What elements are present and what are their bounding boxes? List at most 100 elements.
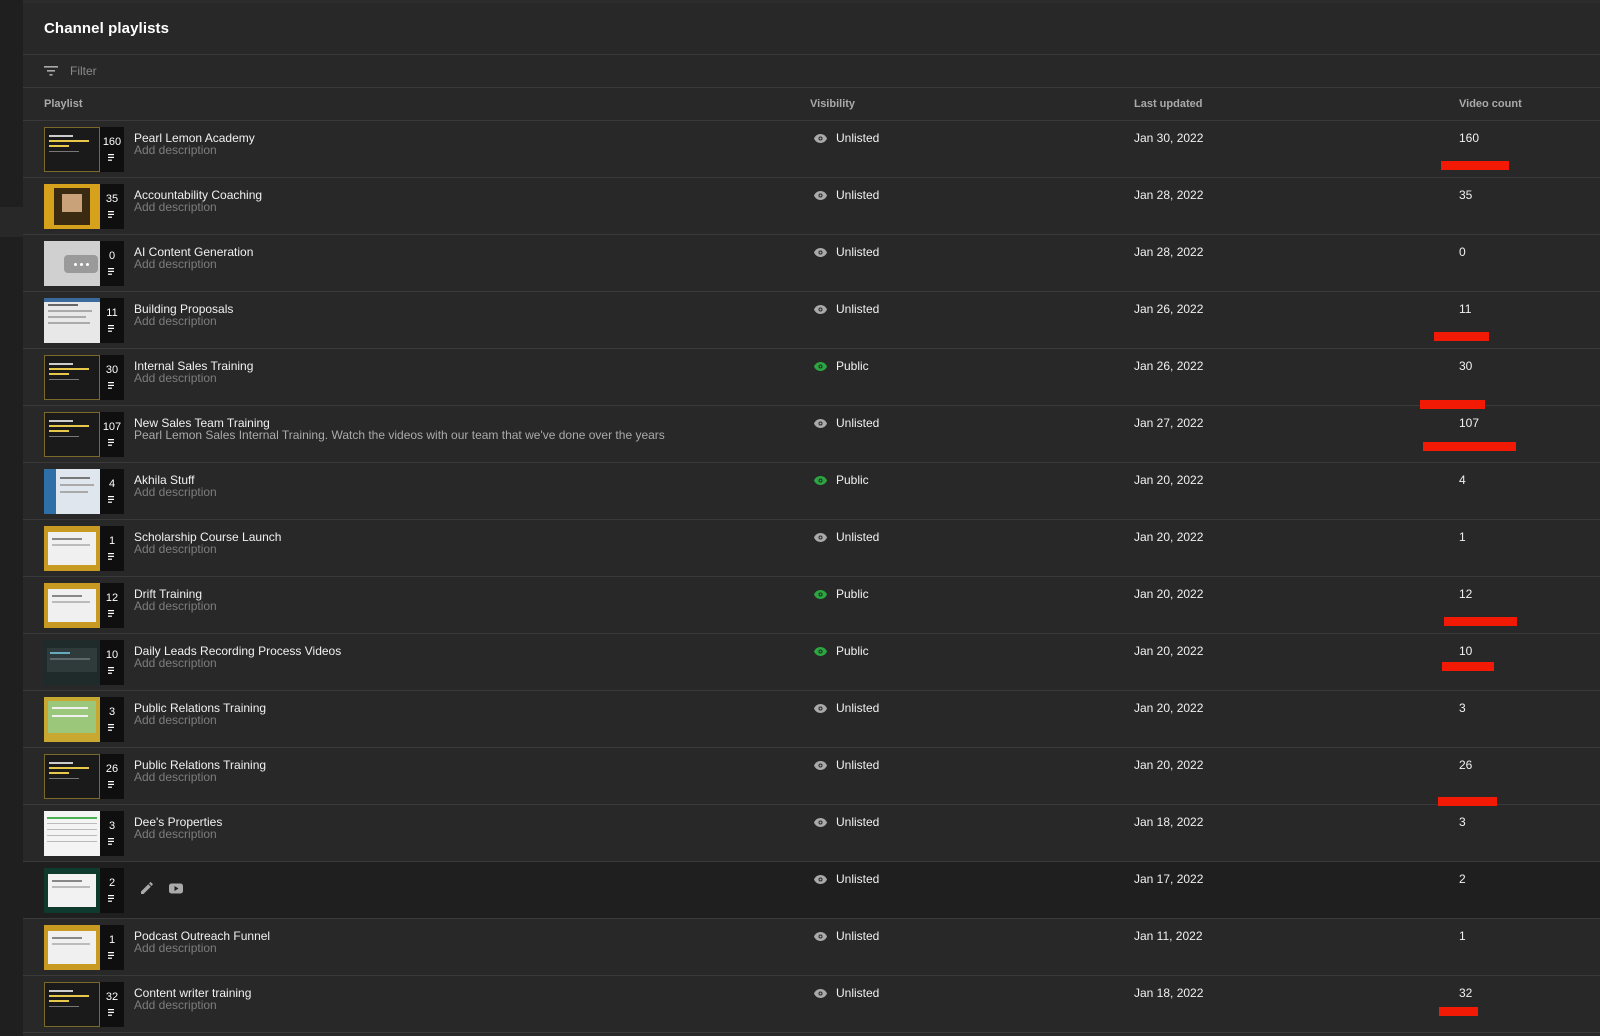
eye-icon: [814, 190, 827, 200]
thumbnail-count-overlay: 35: [100, 184, 124, 229]
visibility-label: Unlisted: [836, 416, 880, 430]
visibility-cell[interactable]: Unlisted: [814, 302, 879, 316]
playlist-row[interactable]: 12 Drift Training Add description Public Jan…: [23, 577, 1600, 634]
playlist-description[interactable]: Add description: [134, 599, 217, 613]
visibility-cell[interactable]: Public: [814, 644, 869, 658]
playlist-description[interactable]: Add description: [134, 998, 217, 1012]
playlist-thumbnail[interactable]: 107: [44, 412, 124, 457]
visibility-label: Public: [836, 587, 869, 601]
playlist-thumbnail[interactable]: 160: [44, 127, 124, 172]
thumbnail-video-count: 32: [105, 990, 119, 1003]
thumbnail-count-overlay: 3: [100, 811, 124, 856]
playlist-icon: [108, 777, 116, 791]
thumbnail-video-count: 4: [108, 477, 116, 490]
pencil-icon[interactable]: [140, 882, 153, 895]
visibility-cell[interactable]: Unlisted: [814, 530, 879, 544]
thumbnail-image: [44, 241, 100, 286]
video-count: 12: [1459, 587, 1473, 601]
visibility-cell[interactable]: Unlisted: [814, 245, 879, 259]
column-header-visibility[interactable]: Visibility: [810, 98, 855, 110]
visibility-cell[interactable]: Public: [814, 587, 869, 601]
playlist-description[interactable]: Add description: [134, 713, 217, 727]
filter-icon[interactable]: [44, 64, 58, 78]
playlist-icon: [108, 378, 116, 392]
visibility-cell[interactable]: Unlisted: [814, 701, 879, 715]
playlist-thumbnail[interactable]: 32: [44, 982, 124, 1027]
page-title: Channel playlists: [23, 3, 1600, 55]
playlist-thumbnail[interactable]: 35: [44, 184, 124, 229]
playlist-thumbnail[interactable]: 0: [44, 241, 124, 286]
playlist-row[interactable]: 1 Scholarship Course Launch Add descriptio…: [23, 520, 1600, 577]
video-count: 10: [1459, 644, 1473, 658]
video-count: 32: [1459, 986, 1473, 1000]
playlist-thumbnail[interactable]: 4: [44, 469, 124, 514]
playlist-thumbnail[interactable]: 3: [44, 811, 124, 856]
playlist-description[interactable]: Add description: [134, 656, 217, 670]
playlist-row[interactable]: 0 AI Content Generation Add description Unl…: [23, 235, 1600, 292]
column-header-last-updated[interactable]: Last updated: [1134, 98, 1202, 110]
visibility-label: Public: [836, 644, 869, 658]
playlist-row[interactable]: 11 Building Proposals Add description Unlis…: [23, 292, 1600, 349]
playlist-row[interactable]: 10 Daily Leads Recording Process Videos Ad…: [23, 634, 1600, 691]
thumbnail-count-overlay: 160: [100, 127, 124, 172]
playlist-row[interactable]: 4 Akhila Stuff Add description Public Jan 20…: [23, 463, 1600, 520]
playlist-description[interactable]: Add description: [134, 485, 217, 499]
visibility-cell[interactable]: Public: [814, 359, 869, 373]
playlist-row[interactable]: 160 Pearl Lemon Academy Add description Unl…: [23, 121, 1600, 178]
visibility-cell[interactable]: Unlisted: [814, 416, 879, 430]
visibility-cell[interactable]: Unlisted: [814, 815, 879, 829]
playlist-description[interactable]: Add description: [134, 200, 217, 214]
filter-bar[interactable]: [23, 55, 1600, 88]
column-header-video-count[interactable]: Video count: [1459, 98, 1522, 110]
video-count: 35: [1459, 188, 1473, 202]
youtube-icon[interactable]: [169, 882, 183, 895]
column-header-playlist[interactable]: Playlist: [44, 98, 83, 110]
playlist-description[interactable]: Add description: [134, 941, 217, 955]
playlist-thumbnail[interactable]: 3: [44, 697, 124, 742]
video-count: 1: [1459, 530, 1466, 544]
playlist-thumbnail[interactable]: 1: [44, 925, 124, 970]
playlist-description[interactable]: Pearl Lemon Sales Internal Training. Wat…: [134, 428, 665, 442]
playlist-row[interactable]: 26 Public Relations Training Add descripti…: [23, 748, 1600, 806]
visibility-cell[interactable]: Unlisted: [814, 872, 879, 886]
playlist-description[interactable]: Add description: [134, 314, 217, 328]
playlist-thumbnail[interactable]: 10: [44, 640, 124, 685]
playlist-row[interactable]: 30 Internal Sales Training Add description…: [23, 349, 1600, 409]
visibility-cell[interactable]: Public: [814, 473, 869, 487]
visibility-cell[interactable]: Unlisted: [814, 929, 879, 943]
playlist-description[interactable]: Add description: [134, 143, 217, 157]
visibility-cell[interactable]: Unlisted: [814, 188, 879, 202]
playlist-thumbnail[interactable]: 12: [44, 583, 124, 628]
playlist-thumbnail[interactable]: 2: [44, 868, 124, 913]
playlist-thumbnail[interactable]: 26: [44, 754, 124, 799]
playlist-row[interactable]: 2 Unlisted Jan 17, 2022 2: [23, 862, 1600, 919]
thumbnail-video-count: 1: [108, 534, 116, 547]
eye-icon: [814, 760, 827, 770]
playlist-thumbnail[interactable]: 30: [44, 355, 124, 400]
playlist-icon: [108, 891, 116, 905]
video-count: 107: [1459, 416, 1480, 430]
playlist-description[interactable]: Add description: [134, 371, 217, 385]
filter-input[interactable]: [70, 64, 370, 78]
visibility-cell[interactable]: Unlisted: [814, 758, 879, 772]
thumbnail-image: [44, 982, 100, 1027]
playlist-description[interactable]: Add description: [134, 770, 217, 784]
playlist-row[interactable]: 3 Dee's Properties Add description Unlisted…: [23, 805, 1600, 862]
playlist-description[interactable]: Add description: [134, 542, 217, 556]
playlist-row[interactable]: 3 Public Relations Training Add descriptio…: [23, 691, 1600, 748]
playlist-row[interactable]: 35 Accountability Coaching Add description…: [23, 178, 1600, 235]
playlist-thumbnail[interactable]: 11: [44, 298, 124, 343]
visibility-cell[interactable]: Unlisted: [814, 986, 879, 1000]
playlist-row[interactable]: 32 Content writer training Add description…: [23, 976, 1600, 1033]
thumbnail-video-count: 12: [105, 591, 119, 604]
playlist-row[interactable]: 1 Podcast Outreach Funnel Add description U…: [23, 919, 1600, 976]
playlist-description[interactable]: Add description: [134, 257, 217, 271]
playlist-icon: [108, 264, 116, 278]
visibility-cell[interactable]: Unlisted: [814, 131, 879, 145]
visibility-label: Unlisted: [836, 302, 880, 316]
playlist-description[interactable]: Add description: [134, 827, 217, 841]
playlist-thumbnail[interactable]: 1: [44, 526, 124, 571]
playlist-row[interactable]: 107 New Sales Team Training Pearl Lemon Sa…: [23, 406, 1600, 463]
thumbnail-image: [44, 868, 100, 913]
eye-icon: [814, 703, 827, 713]
